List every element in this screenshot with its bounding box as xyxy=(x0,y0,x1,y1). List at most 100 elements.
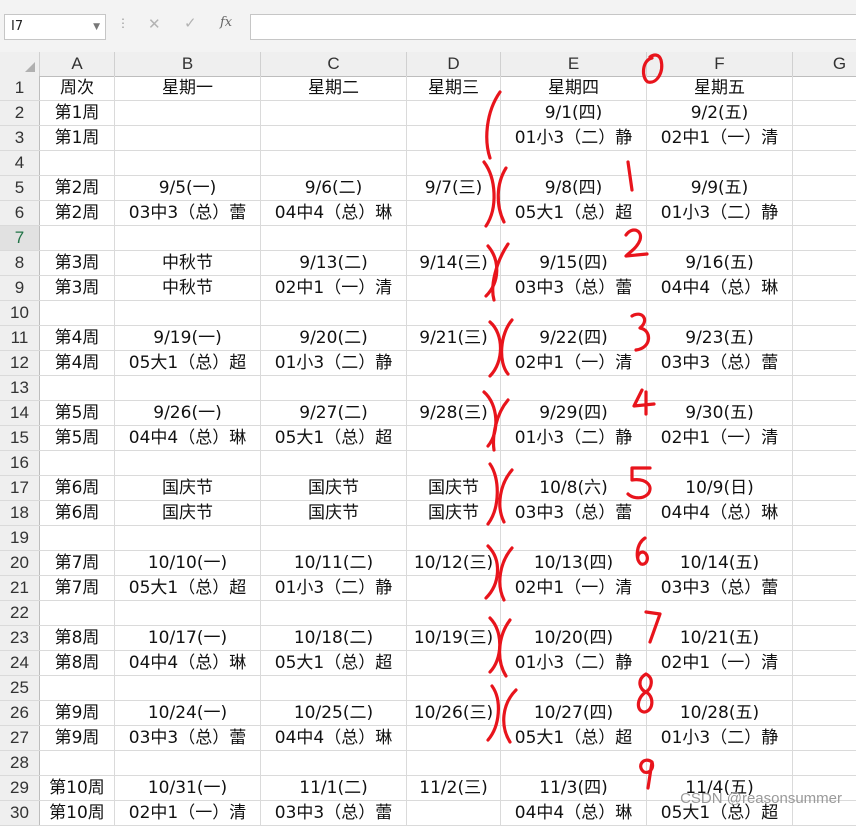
cell-e20[interactable]: 10/13(四) xyxy=(501,551,647,575)
cell-b25[interactable] xyxy=(115,676,261,700)
row-header[interactable]: 9 xyxy=(0,276,40,300)
cell-d7[interactable] xyxy=(407,226,501,250)
cell-g27[interactable] xyxy=(793,726,856,750)
cell-f13[interactable] xyxy=(647,376,793,400)
column-header-f[interactable]: F xyxy=(647,52,793,76)
cell-g25[interactable] xyxy=(793,676,856,700)
cell-e9[interactable]: 03中3（总）蕾 xyxy=(501,276,647,300)
cell-b20[interactable]: 10/10(一) xyxy=(115,551,261,575)
more-options-icon[interactable]: ⋮ xyxy=(117,16,129,30)
cell-g21[interactable] xyxy=(793,576,856,600)
row-header[interactable]: 22 xyxy=(0,601,40,625)
cell-e29[interactable]: 11/3(四) xyxy=(501,776,647,800)
cell-f7[interactable] xyxy=(647,226,793,250)
cell-e1[interactable]: 星期四 xyxy=(501,76,647,100)
cell-b4[interactable] xyxy=(115,151,261,175)
row-header[interactable]: 5 xyxy=(0,176,40,200)
cell-g3[interactable] xyxy=(793,126,856,150)
cell-c20[interactable]: 10/11(二) xyxy=(261,551,407,575)
cell-f9[interactable]: 04中4（总）琳 xyxy=(647,276,793,300)
cell-d29[interactable]: 11/2(三) xyxy=(407,776,501,800)
cancel-icon[interactable]: ✕ xyxy=(148,15,161,33)
column-header-b[interactable]: B xyxy=(115,52,261,76)
cell-g8[interactable] xyxy=(793,251,856,275)
cell-e18[interactable]: 03中3（总）蕾 xyxy=(501,501,647,525)
row-header[interactable]: 25 xyxy=(0,676,40,700)
cell-c30[interactable]: 03中3（总）蕾 xyxy=(261,801,407,825)
cell-g15[interactable] xyxy=(793,426,856,450)
cell-d14[interactable]: 9/28(三) xyxy=(407,401,501,425)
cell-d27[interactable] xyxy=(407,726,501,750)
cell-c3[interactable] xyxy=(261,126,407,150)
cell-a16[interactable] xyxy=(40,451,115,475)
cell-g24[interactable] xyxy=(793,651,856,675)
cell-d20[interactable]: 10/12(三) xyxy=(407,551,501,575)
cell-b9[interactable]: 中秋节 xyxy=(115,276,261,300)
cell-c11[interactable]: 9/20(二) xyxy=(261,326,407,350)
cell-e13[interactable] xyxy=(501,376,647,400)
row-header[interactable]: 3 xyxy=(0,126,40,150)
cell-e16[interactable] xyxy=(501,451,647,475)
cell-g12[interactable] xyxy=(793,351,856,375)
cell-f17[interactable]: 10/9(日) xyxy=(647,476,793,500)
cell-a4[interactable] xyxy=(40,151,115,175)
cell-b16[interactable] xyxy=(115,451,261,475)
cell-d13[interactable] xyxy=(407,376,501,400)
cell-a14[interactable]: 第5周 xyxy=(40,401,115,425)
cell-e10[interactable] xyxy=(501,301,647,325)
cell-g17[interactable] xyxy=(793,476,856,500)
column-header-d[interactable]: D xyxy=(407,52,501,76)
cell-a8[interactable]: 第3周 xyxy=(40,251,115,275)
cell-g4[interactable] xyxy=(793,151,856,175)
cell-a10[interactable] xyxy=(40,301,115,325)
cell-g19[interactable] xyxy=(793,526,856,550)
row-header[interactable]: 8 xyxy=(0,251,40,275)
cell-f20[interactable]: 10/14(五) xyxy=(647,551,793,575)
cell-e25[interactable] xyxy=(501,676,647,700)
cell-c5[interactable]: 9/6(二) xyxy=(261,176,407,200)
cell-a25[interactable] xyxy=(40,676,115,700)
cell-e30[interactable]: 04中4（总）琳 xyxy=(501,801,647,825)
row-header[interactable]: 26 xyxy=(0,701,40,725)
name-box[interactable]: I7 ▼ xyxy=(4,14,106,40)
row-header[interactable]: 19 xyxy=(0,526,40,550)
cell-a29[interactable]: 第10周 xyxy=(40,776,115,800)
cell-c1[interactable]: 星期二 xyxy=(261,76,407,100)
cell-b3[interactable] xyxy=(115,126,261,150)
cell-c2[interactable] xyxy=(261,101,407,125)
cell-c18[interactable]: 国庆节 xyxy=(261,501,407,525)
cell-f1[interactable]: 星期五 xyxy=(647,76,793,100)
cell-e11[interactable]: 9/22(四) xyxy=(501,326,647,350)
cell-b11[interactable]: 9/19(一) xyxy=(115,326,261,350)
row-header[interactable]: 17 xyxy=(0,476,40,500)
cell-e26[interactable]: 10/27(四) xyxy=(501,701,647,725)
cell-f26[interactable]: 10/28(五) xyxy=(647,701,793,725)
select-all-corner[interactable] xyxy=(0,52,40,76)
cell-b28[interactable] xyxy=(115,751,261,775)
cell-b12[interactable]: 05大1（总）超 xyxy=(115,351,261,375)
cell-a23[interactable]: 第8周 xyxy=(40,626,115,650)
cell-e24[interactable]: 01小3（二）静 xyxy=(501,651,647,675)
cell-c7[interactable] xyxy=(261,226,407,250)
cell-e7[interactable] xyxy=(501,226,647,250)
cell-f10[interactable] xyxy=(647,301,793,325)
cell-e12[interactable]: 02中1（一）清 xyxy=(501,351,647,375)
cell-c10[interactable] xyxy=(261,301,407,325)
row-header[interactable]: 16 xyxy=(0,451,40,475)
row-header[interactable]: 23 xyxy=(0,626,40,650)
cell-b14[interactable]: 9/26(一) xyxy=(115,401,261,425)
cell-a1[interactable]: 周次 xyxy=(40,76,115,100)
row-header[interactable]: 15 xyxy=(0,426,40,450)
cell-c25[interactable] xyxy=(261,676,407,700)
cell-e27[interactable]: 05大1（总）超 xyxy=(501,726,647,750)
cell-c17[interactable]: 国庆节 xyxy=(261,476,407,500)
row-header[interactable]: 29 xyxy=(0,776,40,800)
cell-g10[interactable] xyxy=(793,301,856,325)
row-header[interactable]: 28 xyxy=(0,751,40,775)
cell-e19[interactable] xyxy=(501,526,647,550)
row-header[interactable]: 11 xyxy=(0,326,40,350)
cell-a30[interactable]: 第10周 xyxy=(40,801,115,825)
row-header[interactable]: 24 xyxy=(0,651,40,675)
cell-b27[interactable]: 03中3（总）蕾 xyxy=(115,726,261,750)
cell-g11[interactable] xyxy=(793,326,856,350)
